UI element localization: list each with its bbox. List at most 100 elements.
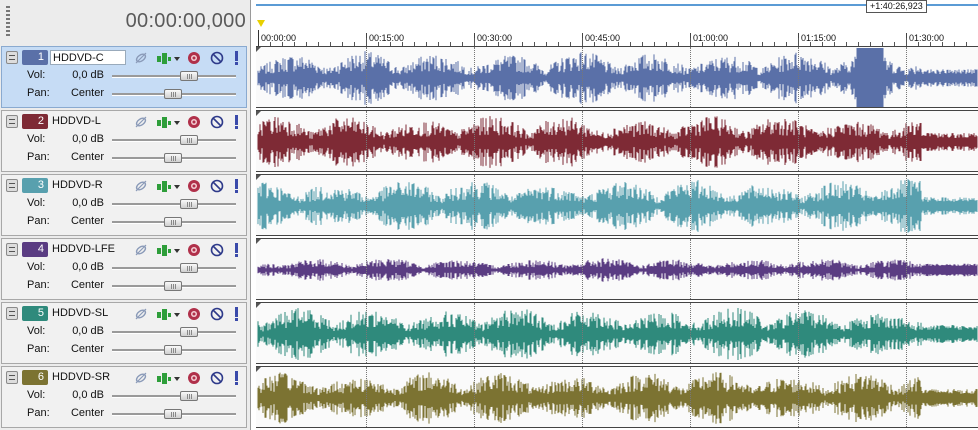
track-fx-icon[interactable] [155, 370, 181, 386]
automation-icon[interactable] [186, 50, 202, 66]
collapse-track-icon[interactable] [6, 371, 18, 384]
solo-icon[interactable] [232, 370, 242, 386]
grid-line [690, 367, 691, 427]
track-header-hddvd-lfe[interactable]: 4 HDDVD-LFE Vol: 0,0 dB Pan: Center [1, 238, 247, 300]
ruler-tick-label: 01:30:00 [906, 33, 944, 43]
automation-icon[interactable] [186, 114, 202, 130]
grid-line [798, 303, 799, 363]
track-name-field[interactable]: HDDVD-C [50, 50, 126, 65]
track-number[interactable]: 1 [22, 50, 48, 65]
bypass-fx-icon[interactable] [133, 114, 149, 130]
volume-slider-knob[interactable] [180, 327, 198, 337]
volume-slider[interactable] [112, 395, 236, 398]
volume-value: 0,0 dB [72, 325, 104, 337]
mute-icon[interactable] [209, 178, 225, 194]
track-lane-hddvd-c[interactable] [256, 46, 978, 108]
track-header-hddvd-r[interactable]: 3 HDDVD-R Vol: 0,0 dB Pan: Center [1, 174, 247, 236]
pan-value: Center [70, 343, 104, 355]
pan-label: Pan: [27, 215, 50, 227]
track-name-field[interactable]: HDDVD-L [50, 114, 126, 129]
volume-value: 0,0 dB [72, 69, 104, 81]
volume-slider-knob[interactable] [180, 199, 198, 209]
volume-slider-knob[interactable] [180, 391, 198, 401]
solo-icon[interactable] [232, 306, 242, 322]
mute-icon[interactable] [209, 242, 225, 258]
pan-label: Pan: [27, 87, 50, 99]
grid-line [474, 47, 475, 107]
volume-slider-knob[interactable] [180, 71, 198, 81]
track-lane-hddvd-l[interactable] [256, 110, 978, 172]
solo-icon[interactable] [232, 178, 242, 194]
event-fade-handle[interactable] [256, 303, 261, 308]
automation-icon[interactable] [186, 306, 202, 322]
event-fade-handle[interactable] [256, 47, 261, 52]
track-fx-icon[interactable] [155, 50, 181, 66]
pan-slider-knob[interactable] [164, 345, 182, 355]
pan-slider-knob[interactable] [164, 409, 182, 419]
event-fade-handle[interactable] [256, 111, 261, 116]
solo-icon[interactable] [232, 242, 242, 258]
automation-icon[interactable] [186, 178, 202, 194]
bypass-fx-icon[interactable] [133, 370, 149, 386]
mute-icon[interactable] [209, 114, 225, 130]
pan-slider-knob[interactable] [164, 217, 182, 227]
track-lane-hddvd-sr[interactable] [256, 366, 978, 428]
mute-icon[interactable] [209, 370, 225, 386]
bypass-fx-icon[interactable] [133, 306, 149, 322]
timeline-area[interactable]: +1:40:26,923 00:00:00 00:15:00 00:30:00 00:… [252, 0, 978, 430]
panel-grip-handle[interactable] [6, 6, 10, 36]
automation-icon[interactable] [186, 242, 202, 258]
bypass-fx-icon[interactable] [133, 50, 149, 66]
event-fade-handle[interactable] [256, 175, 261, 180]
bypass-fx-icon[interactable] [133, 178, 149, 194]
volume-slider[interactable] [112, 267, 236, 270]
track-name-field[interactable]: HDDVD-SL [50, 306, 126, 321]
volume-slider[interactable] [112, 203, 236, 206]
track-fx-icon[interactable] [155, 306, 181, 322]
volume-slider-knob[interactable] [180, 263, 198, 273]
track-name-field[interactable]: HDDVD-LFE [50, 242, 126, 257]
track-header-hddvd-sl[interactable]: 5 HDDVD-SL Vol: 0,0 dB Pan: Center [1, 302, 247, 364]
track-number[interactable]: 3 [22, 178, 48, 193]
track-lane-hddvd-lfe[interactable] [256, 238, 978, 300]
volume-slider[interactable] [112, 331, 236, 334]
mute-icon[interactable] [209, 306, 225, 322]
mute-icon[interactable] [209, 50, 225, 66]
track-number[interactable]: 4 [22, 242, 48, 257]
collapse-track-icon[interactable] [6, 115, 18, 128]
collapse-track-icon[interactable] [6, 179, 18, 192]
event-fade-handle[interactable] [256, 239, 261, 244]
playhead-marker-icon[interactable] [257, 20, 265, 27]
time-ruler[interactable]: 00:00:00 00:15:00 00:30:00 00:45:00 01:00:00… [258, 30, 978, 47]
collapse-track-icon[interactable] [6, 243, 18, 256]
track-header-hddvd-l[interactable]: 2 HDDVD-L Vol: 0,0 dB Pan: Center [1, 110, 247, 172]
volume-slider[interactable] [112, 139, 236, 142]
track-number[interactable]: 2 [22, 114, 48, 129]
track-header-hddvd-c[interactable]: 1 HDDVD-C Vol: 0,0 dB Pan: Center [1, 46, 247, 108]
solo-icon[interactable] [232, 114, 242, 130]
ruler-tick-label: 01:15:00 [798, 33, 836, 43]
pan-slider-knob[interactable] [164, 281, 182, 291]
track-lane-hddvd-r[interactable] [256, 174, 978, 236]
track-name-field[interactable]: HDDVD-SR [50, 370, 126, 385]
track-header-hddvd-sr[interactable]: 6 HDDVD-SR Vol: 0,0 dB Pan: Center [1, 366, 247, 428]
bypass-fx-icon[interactable] [133, 242, 149, 258]
track-fx-icon[interactable] [155, 242, 181, 258]
pan-slider-knob[interactable] [164, 153, 182, 163]
track-lane-hddvd-sl[interactable] [256, 302, 978, 364]
automation-icon[interactable] [186, 370, 202, 386]
track-name-field[interactable]: HDDVD-R [50, 178, 126, 193]
track-number[interactable]: 6 [22, 370, 48, 385]
volume-slider-knob[interactable] [180, 135, 198, 145]
collapse-track-icon[interactable] [6, 51, 18, 64]
pan-slider-knob[interactable] [164, 89, 182, 99]
track-number[interactable]: 5 [22, 306, 48, 321]
collapse-track-icon[interactable] [6, 307, 18, 320]
pan-value: Center [70, 407, 104, 419]
event-fade-handle[interactable] [256, 367, 261, 372]
track-fx-icon[interactable] [155, 114, 181, 130]
volume-slider[interactable] [112, 75, 236, 78]
grid-line [582, 111, 583, 171]
solo-icon[interactable] [232, 50, 242, 66]
track-fx-icon[interactable] [155, 178, 181, 194]
